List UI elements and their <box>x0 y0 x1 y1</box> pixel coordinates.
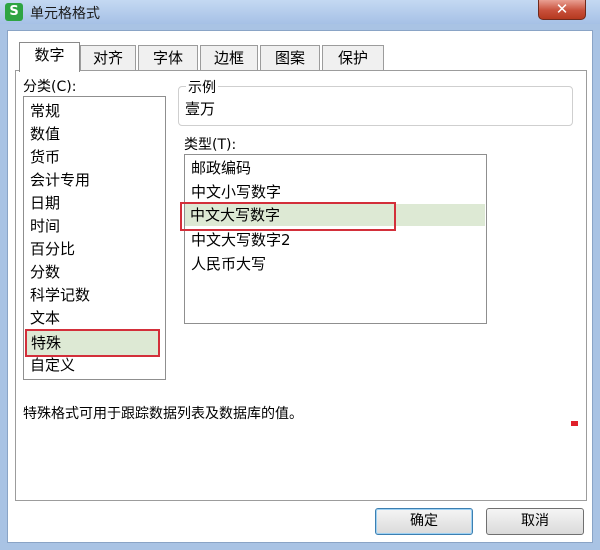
list-item[interactable]: 时间 <box>30 215 60 237</box>
tab-border[interactable]: 边框 <box>200 45 258 72</box>
type-list[interactable]: 邮政编码 中文小写数字 中文大写数字2 人民币大写 <box>184 154 487 324</box>
list-item[interactable]: 中文小写数字 <box>191 181 281 203</box>
tab-protection[interactable]: 保护 <box>322 45 384 72</box>
list-item[interactable]: 数值 <box>30 123 60 145</box>
format-description: 特殊格式可用于跟踪数据列表及数据库的值。 <box>23 406 303 422</box>
list-item[interactable]: 邮政编码 <box>191 157 251 179</box>
tab-alignment[interactable]: 对齐 <box>80 45 136 72</box>
wps-app-icon: S <box>5 3 23 21</box>
list-item[interactable]: 百分比 <box>30 238 75 260</box>
category-label: 分类(C): <box>23 79 77 95</box>
cancel-button[interactable]: 取消 <box>486 508 584 535</box>
annotation-mark <box>571 421 578 426</box>
list-item[interactable]: 常规 <box>30 100 60 122</box>
tab-font[interactable]: 字体 <box>138 45 198 72</box>
list-item[interactable]: 自定义 <box>30 354 75 376</box>
selected-category-item[interactable]: 特殊 <box>25 329 160 357</box>
list-item[interactable]: 中文大写数字2 <box>191 229 291 251</box>
sample-legend: 示例 <box>186 77 218 97</box>
close-button[interactable]: ✕ <box>538 0 586 20</box>
list-item[interactable]: 分数 <box>30 261 60 283</box>
tab-number[interactable]: 数字 <box>19 42 80 72</box>
sample-value: 壹万 <box>185 100 216 118</box>
title-bar[interactable]: S 单元格格式 ✕ <box>0 0 600 24</box>
tab-pattern[interactable]: 图案 <box>260 45 320 72</box>
list-item[interactable]: 会计专用 <box>30 169 90 191</box>
list-item[interactable]: 日期 <box>30 192 60 214</box>
ok-button[interactable]: 确定 <box>375 508 473 535</box>
list-item[interactable]: 文本 <box>30 307 60 329</box>
sample-groupbox <box>178 86 573 126</box>
list-item[interactable]: 货币 <box>30 146 60 168</box>
window-title: 单元格格式 <box>30 6 100 22</box>
list-item[interactable]: 人民币大写 <box>191 253 266 275</box>
type-label: 类型(T): <box>184 137 237 153</box>
selected-category-label: 特殊 <box>31 334 62 352</box>
list-item[interactable]: 科学记数 <box>30 284 90 306</box>
annotation-box <box>180 202 396 231</box>
